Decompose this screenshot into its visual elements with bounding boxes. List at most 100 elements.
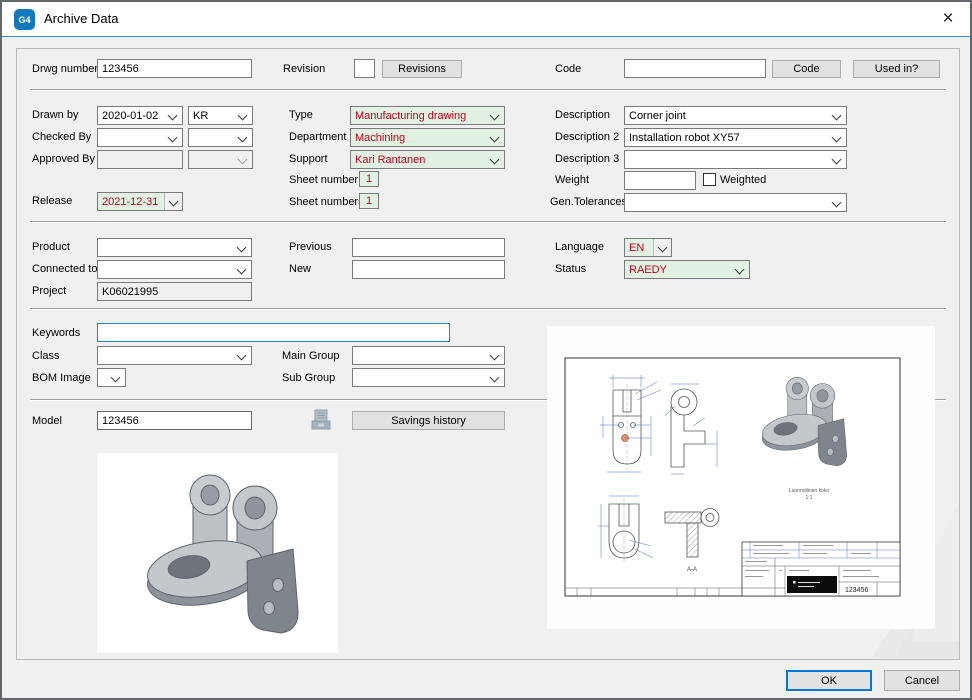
chevron-down-icon [832, 155, 842, 165]
iso-scale: 1:1 [806, 495, 813, 501]
checked-date-combo[interactable] [97, 128, 183, 147]
language-value: EN [629, 242, 644, 254]
title-bar: G4 Archive Data × [2, 2, 970, 37]
keywords-input[interactable] [97, 323, 450, 342]
new-input[interactable] [352, 260, 505, 279]
type-label: Type [289, 109, 313, 122]
drwg-number-value: 123456 [102, 63, 139, 75]
approved-date-field [97, 150, 183, 169]
sheet-numbers-label: Sheet numbers [289, 196, 364, 209]
chevron-down-icon [111, 373, 121, 383]
support-combo[interactable]: Kari Rantanen [350, 150, 505, 169]
print-icon[interactable] [310, 408, 332, 432]
savings-history-button[interactable]: Savings history [352, 411, 505, 430]
window-title: Archive Data [44, 11, 118, 26]
weight-label: Weight [555, 174, 589, 187]
model-label: Model [32, 415, 62, 428]
revisions-button[interactable]: Revisions [382, 60, 462, 78]
drawn-initials-value: KR [193, 110, 208, 122]
sheet-number-value: 1 [366, 173, 372, 185]
sheet-numbers-value: 1 [366, 195, 372, 207]
revision-input[interactable] [354, 59, 375, 78]
checked-by-label: Checked By [32, 131, 91, 144]
weighted-checkbox[interactable] [703, 173, 716, 186]
status-combo[interactable]: RAEDY [624, 260, 750, 279]
chevron-down-icon [490, 373, 500, 383]
description-label: Description [555, 109, 610, 122]
chevron-down-icon [832, 111, 842, 121]
product-combo[interactable] [97, 238, 252, 257]
department-value: Machining [355, 132, 405, 144]
project-value: K06021995 [102, 286, 158, 298]
approved-by-label: Approved By [32, 153, 95, 166]
main-group-label: Main Group [282, 350, 339, 363]
chevron-down-icon [490, 155, 500, 165]
release-combo[interactable]: 2021-12-31 [97, 192, 183, 211]
gen-tolerances-combo[interactable] [624, 193, 847, 212]
close-icon[interactable]: × [936, 7, 960, 31]
sub-group-combo[interactable] [352, 368, 505, 387]
checked-initials-combo[interactable] [188, 128, 253, 147]
keywords-label: Keywords [32, 327, 80, 340]
product-label: Product [32, 241, 70, 254]
chevron-down-icon [832, 133, 842, 143]
g4-app-icon: G4 [14, 9, 35, 30]
class-combo[interactable] [97, 346, 252, 365]
chevron-down-icon [237, 351, 247, 361]
description3-combo[interactable] [624, 150, 847, 169]
cancel-button[interactable]: Cancel [884, 670, 960, 691]
type-combo[interactable]: Manufacturing drawing [350, 106, 505, 125]
chevron-down-icon [490, 351, 500, 361]
drawing-preview-image: A-A Luonnollinen koko 1:1 [547, 326, 935, 629]
previous-input[interactable] [352, 238, 505, 257]
drwg-number-label: Drwg number [32, 63, 98, 76]
new-label: New [289, 263, 311, 276]
release-label: Release [32, 195, 72, 208]
description-combo[interactable]: Corner joint [624, 106, 847, 125]
separator [30, 89, 946, 91]
chevron-down-icon [490, 133, 500, 143]
sub-group-label: Sub Group [282, 372, 335, 385]
language-label: Language [555, 241, 604, 254]
drawn-initials-combo[interactable]: KR [188, 106, 253, 125]
drawn-date-combo[interactable]: 2020-01-02 [97, 106, 183, 125]
status-label: Status [555, 263, 586, 276]
bom-image-combo[interactable] [97, 368, 126, 387]
sheet-number-label: Sheet number [289, 174, 358, 187]
code-input[interactable] [624, 59, 766, 78]
support-value: Kari Rantanen [355, 154, 425, 166]
drawn-date-value: 2020-01-02 [102, 110, 158, 122]
description2-value: Installation robot XY57 [629, 132, 740, 144]
support-label: Support [289, 153, 328, 166]
separator [30, 308, 946, 310]
ok-button[interactable]: OK [786, 670, 872, 691]
release-value: 2021-12-31 [102, 196, 158, 208]
model-field[interactable]: 123456 [97, 411, 252, 430]
model-value: 123456 [102, 415, 139, 427]
connected-to-combo[interactable] [97, 260, 252, 279]
main-group-combo[interactable] [352, 346, 505, 365]
language-combo[interactable]: EN [624, 238, 672, 257]
description2-label: Description 2 [555, 131, 619, 144]
chevron-down-icon [238, 133, 248, 143]
chevron-down-icon [238, 155, 248, 165]
department-combo[interactable]: Machining [350, 128, 505, 147]
separator [30, 221, 946, 223]
weight-input[interactable] [624, 171, 696, 190]
gen-tolerances-label: Gen.Tolerances [550, 196, 627, 209]
chevron-down-icon [169, 197, 179, 207]
title-block: 123456 [742, 542, 900, 596]
iso-caption: Luonnollinen koko [789, 488, 830, 494]
sheet-numbers-field[interactable]: 1 [359, 193, 379, 209]
department-label: Department [289, 131, 346, 144]
description2-combo[interactable]: Installation robot XY57 [624, 128, 847, 147]
chevron-down-icon [168, 133, 178, 143]
chevron-down-icon [735, 265, 745, 275]
approved-initials-combo [188, 150, 253, 169]
drawn-by-label: Drawn by [32, 109, 78, 122]
chevron-down-icon [238, 111, 248, 121]
sheet-number-field[interactable]: 1 [359, 171, 379, 187]
code-button[interactable]: Code [772, 60, 841, 78]
drwg-number-input[interactable]: 123456 [97, 59, 252, 78]
used-in-button[interactable]: Used in? [853, 60, 940, 78]
